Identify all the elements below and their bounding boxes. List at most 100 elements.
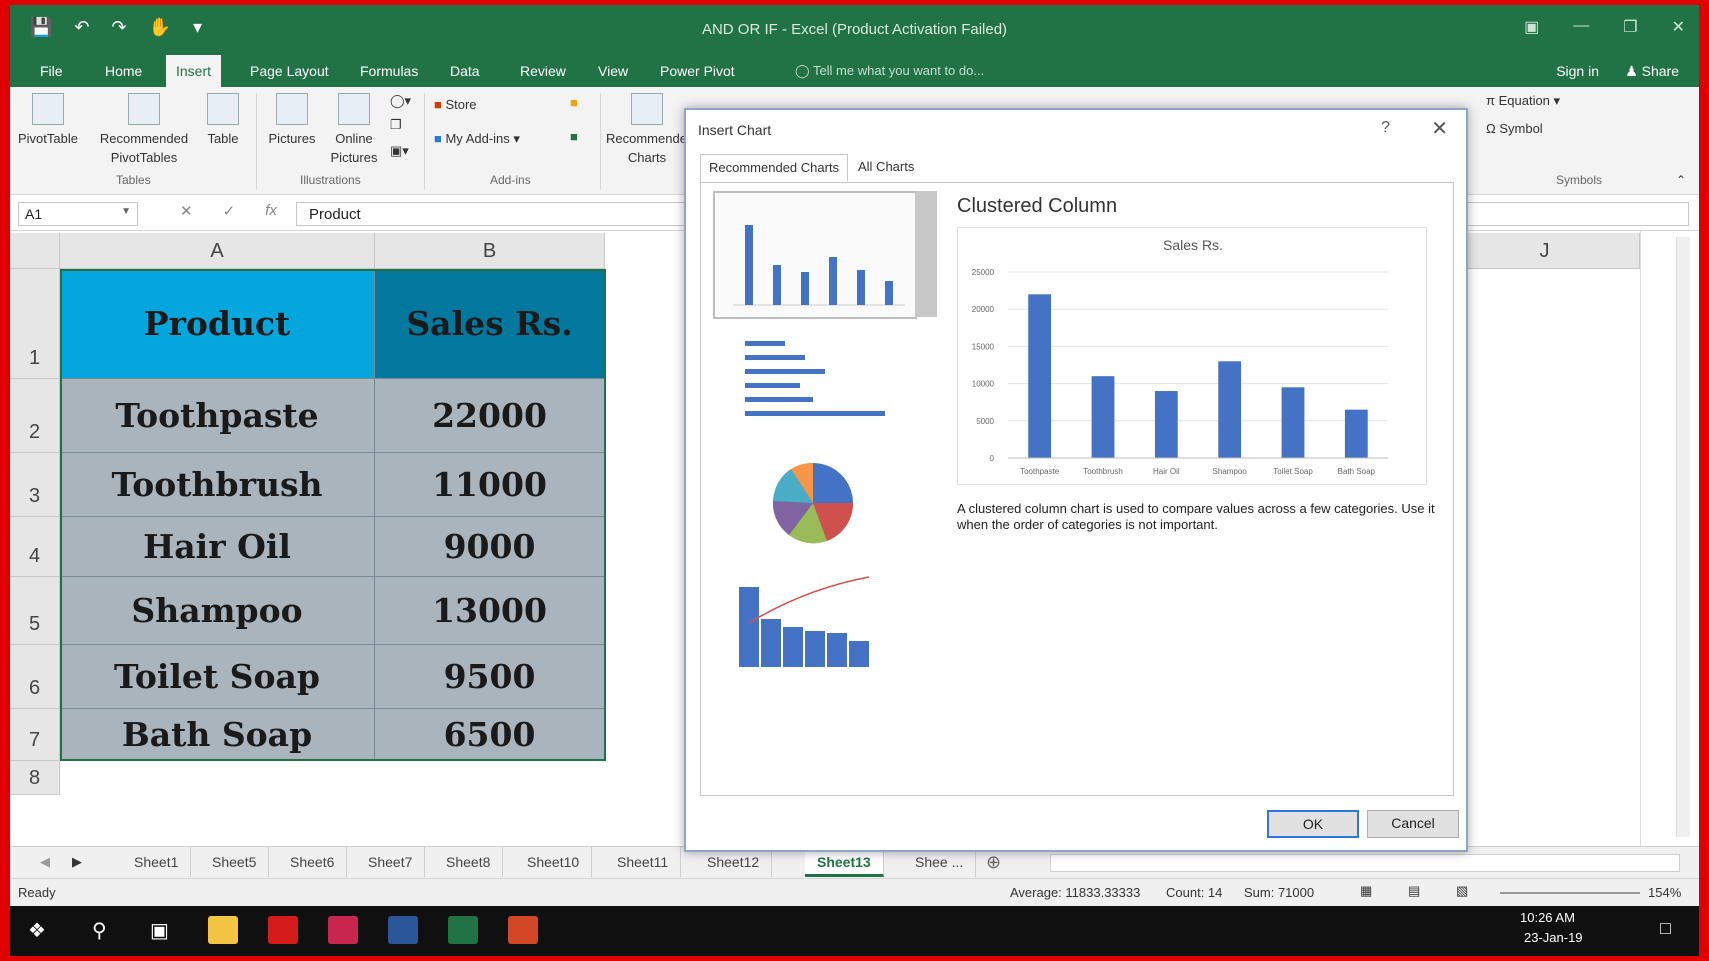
sheet-tab[interactable]: Sheet1 [122, 847, 192, 877]
row-header-7[interactable]: 7 [10, 709, 60, 761]
people-graph-icon[interactable]: ■ [570, 129, 578, 144]
zoom-level[interactable]: 154% [1648, 885, 1681, 900]
bing-maps-icon[interactable]: ■ [570, 95, 578, 110]
store-button[interactable]: ■ Store [434, 97, 477, 112]
row-header-5[interactable]: 5 [10, 577, 60, 645]
zoom-slider[interactable] [1500, 892, 1640, 894]
smartart-icon[interactable]: ❐ [390, 117, 402, 133]
pictures-button[interactable]: Pictures [262, 91, 322, 148]
search-icon[interactable]: ⚲ [92, 918, 107, 943]
equation-button[interactable]: π Equation ▾ [1486, 93, 1560, 109]
row-header-3[interactable]: 3 [10, 453, 60, 517]
my-addins-button[interactable]: ■ My Add-ins ▾ [434, 131, 520, 147]
horizontal-scrollbar[interactable] [1050, 854, 1680, 872]
tab-insert[interactable]: Insert [166, 55, 222, 87]
acrobat-icon[interactable] [268, 916, 298, 944]
cell-a6[interactable]: Toilet Soap [60, 645, 375, 709]
sheet-tab[interactable]: Sheet6 [278, 847, 348, 877]
online-pictures-button[interactable]: Online Pictures [324, 91, 384, 167]
symbol-button[interactable]: Ω Symbol [1486, 121, 1543, 136]
tab-recommended-charts[interactable]: Recommended Charts [700, 154, 849, 182]
page-layout-view-icon[interactable]: ▤ [1408, 883, 1420, 899]
restore-icon[interactable]: ❐ [1623, 17, 1637, 37]
add-sheet-icon[interactable]: ⊕ [986, 852, 1001, 873]
sheet-tab[interactable]: Sheet7 [356, 847, 426, 877]
powerpoint-icon[interactable] [508, 916, 538, 944]
sheet-tab[interactable]: Sheet10 [515, 847, 593, 877]
cancel-button[interactable]: Cancel [1367, 810, 1459, 838]
normal-view-icon[interactable]: ▦ [1360, 883, 1372, 899]
select-all-corner[interactable] [10, 233, 60, 269]
row-header-6[interactable]: 6 [10, 645, 60, 709]
cell-a2[interactable]: Toothpaste [60, 379, 375, 453]
cell-b1[interactable]: Sales Rs. [375, 269, 605, 379]
tab-home[interactable]: Home [95, 55, 152, 87]
tab-view[interactable]: View [588, 55, 638, 87]
sheet-tab[interactable]: Sheet5 [200, 847, 270, 877]
next-sheet-icon[interactable]: ▶ [72, 854, 82, 870]
collapse-ribbon-icon[interactable]: ⌃ [1676, 173, 1686, 187]
app-icon[interactable] [328, 916, 358, 944]
enter-icon[interactable]: ✓ [223, 202, 236, 220]
screenshot-icon[interactable]: ▣▾ [390, 143, 409, 159]
close-icon[interactable]: ✕ [1431, 116, 1448, 141]
clock-date[interactable]: 23-Jan-19 [1524, 930, 1583, 945]
cell-a3[interactable]: Toothbrush [60, 453, 375, 517]
minimize-icon[interactable]: — [1573, 17, 1589, 37]
row-header-8[interactable]: 8 [10, 761, 60, 795]
thumbnail-scrollbar[interactable] [915, 191, 937, 317]
name-box[interactable]: A1 ▼ [18, 202, 138, 226]
tab-power-pivot[interactable]: Power Pivot [650, 55, 745, 87]
tab-all-charts[interactable]: All Charts [850, 154, 922, 182]
column-header-a[interactable]: A [60, 233, 375, 269]
tab-review[interactable]: Review [510, 55, 576, 87]
sheet-tab[interactable]: Sheet11 [605, 847, 682, 877]
thumbnail-clustered-column[interactable] [713, 191, 917, 319]
thumbnail-pie[interactable] [715, 447, 915, 557]
vertical-scrollbar[interactable] [1676, 237, 1690, 837]
cell-b3[interactable]: 11000 [375, 453, 605, 517]
column-header-b[interactable]: B [375, 233, 605, 269]
tell-me-box[interactable]: ◯ Tell me what you want to do... [795, 63, 984, 79]
recommended-pivottables-button[interactable]: Recommended PivotTables [94, 91, 194, 167]
page-break-view-icon[interactable]: ▧ [1456, 883, 1468, 899]
notifications-icon[interactable]: □ [1660, 918, 1671, 939]
help-icon[interactable]: ? [1381, 119, 1390, 137]
prev-sheet-icon[interactable]: ◀ [40, 854, 50, 870]
task-view-icon[interactable]: ▣ [150, 918, 169, 943]
windows-start-icon[interactable]: ❖ [28, 918, 46, 943]
cell-a5[interactable]: Shampoo [60, 577, 375, 645]
close-window-icon[interactable]: ✕ [1672, 17, 1685, 37]
pivottable-button[interactable]: PivotTable [16, 91, 80, 148]
sheet-tab[interactable]: Sheet8 [434, 847, 504, 877]
sign-in-link[interactable]: Sign in [1556, 63, 1599, 79]
share-button[interactable]: ♟ Share [1625, 63, 1679, 80]
tab-page-layout[interactable]: Page Layout [240, 55, 339, 87]
cell-b4[interactable]: 9000 [375, 517, 605, 577]
tab-data[interactable]: Data [440, 55, 490, 87]
row-header-4[interactable]: 4 [10, 517, 60, 577]
shapes-icon[interactable]: ◯▾ [390, 93, 411, 109]
cell-b5[interactable]: 13000 [375, 577, 605, 645]
cell-a7[interactable]: Bath Soap [60, 709, 375, 761]
clock-time[interactable]: 10:26 AM [1520, 910, 1575, 925]
cell-b6[interactable]: 9500 [375, 645, 605, 709]
row-header-1[interactable]: 1 [10, 269, 60, 379]
table-button[interactable]: Table [200, 91, 246, 148]
ok-button[interactable]: OK [1267, 810, 1359, 838]
recommended-charts-button[interactable]: Recommended Charts [606, 91, 694, 167]
insert-function-icon[interactable]: fx [265, 202, 277, 220]
excel-icon[interactable] [448, 916, 478, 944]
column-header-j[interactable]: J [1450, 233, 1640, 269]
cell-b7[interactable]: 6500 [375, 709, 605, 761]
cell-a1[interactable]: Product [60, 269, 375, 379]
file-explorer-icon[interactable] [208, 916, 238, 944]
thumbnail-clustered-bar[interactable] [715, 327, 915, 437]
tab-formulas[interactable]: Formulas [350, 55, 428, 87]
thumbnail-pareto[interactable] [715, 567, 915, 677]
cancel-icon[interactable]: ✕ [180, 202, 193, 220]
cell-a4[interactable]: Hair Oil [60, 517, 375, 577]
row-header-2[interactable]: 2 [10, 379, 60, 453]
tab-file[interactable]: File [30, 55, 73, 87]
ribbon-display-icon[interactable]: ▣ [1524, 17, 1539, 37]
